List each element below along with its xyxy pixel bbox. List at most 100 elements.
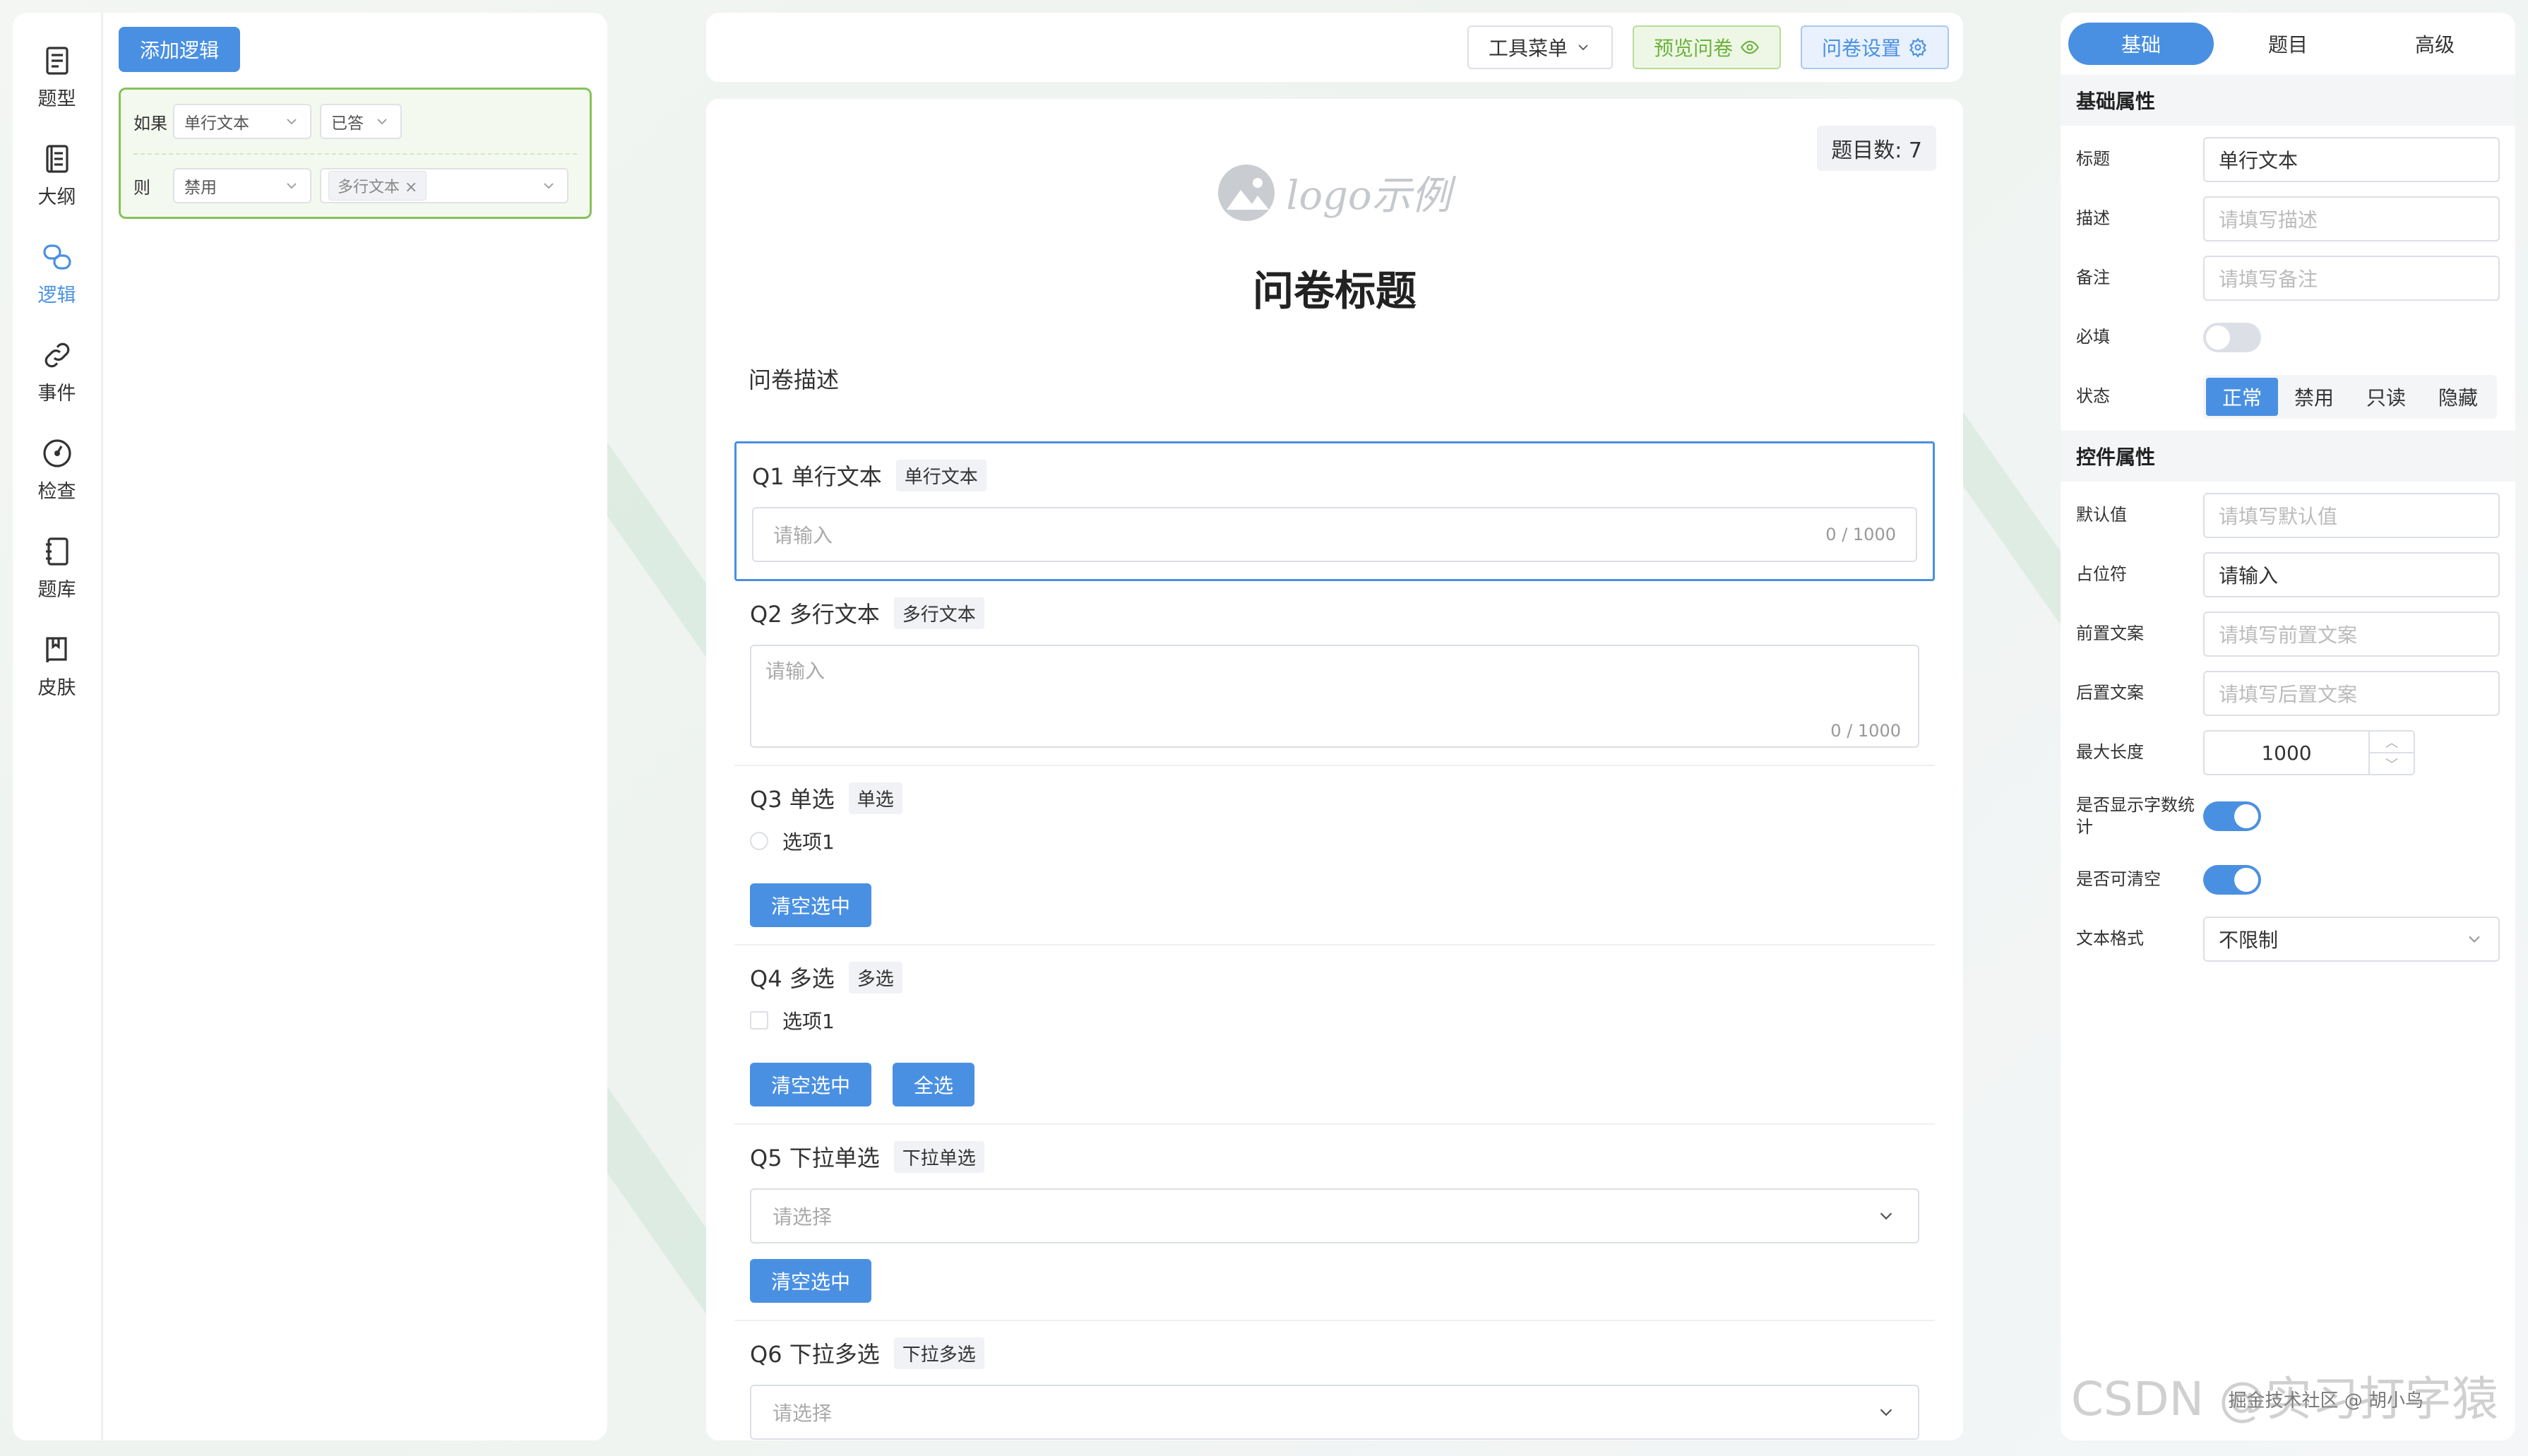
required-toggle[interactable] (2203, 323, 2261, 352)
radio-option[interactable]: 选项1 (750, 827, 1919, 855)
question-q5[interactable]: Q5 下拉单选 下拉单选 请选择 清空选中 (734, 1125, 1935, 1321)
status-disabled[interactable]: 禁用 (2278, 378, 2350, 416)
status-normal[interactable]: 正常 (2206, 378, 2278, 416)
tab-basic[interactable]: 基础 (2068, 23, 2214, 65)
nav-label: 事件 (37, 383, 76, 405)
chevron-down-icon (287, 183, 297, 189)
nav-item-skin[interactable]: 皮肤 (13, 633, 101, 731)
question-type-tag: 单选 (848, 782, 902, 814)
question-list: Q1 单行文本 单行文本 请输入 0 / 1000 Q2 多行文本 多行文本 请… (706, 441, 1963, 1440)
show-count-row: 是否显示字数统计 (2061, 782, 2515, 850)
if-condition-select[interactable]: 已答 (320, 104, 402, 139)
select-placeholder: 请选择 (773, 1205, 833, 1229)
nav-label: 大纲 (37, 186, 76, 208)
logic-rule: 如果 单行文本 已答 则 禁用 多行文本 × (119, 88, 592, 219)
question-q2[interactable]: Q2 多行文本 多行文本 请输入 0 / 1000 (734, 581, 1935, 766)
checkbox[interactable] (750, 1011, 768, 1030)
single-line-input[interactable]: 请输入 0 / 1000 (752, 507, 1917, 562)
title-row: 标题 单行文本 (2061, 130, 2515, 189)
question-type-tag: 下拉单选 (893, 1140, 984, 1173)
status-row: 状态 正常 禁用 只读 隐藏 (2061, 367, 2515, 426)
suffix-input[interactable]: 请填写后置文案 (2203, 671, 2500, 716)
clearable-toggle[interactable] (2203, 865, 2261, 895)
logic-icon (42, 244, 71, 270)
clearable-row: 是否可清空 (2061, 850, 2515, 909)
note-input[interactable]: 请填写备注 (2203, 256, 2500, 301)
select-placeholder: 请选择 (773, 1402, 833, 1425)
status-hidden[interactable]: 隐藏 (2422, 378, 2494, 416)
chevron-down-icon (544, 183, 554, 189)
description-input[interactable]: 请填写描述 (2203, 196, 2500, 241)
nav-item-question-bank[interactable]: 题库 (13, 535, 101, 633)
rule-if-row: 如果 单行文本 已答 (133, 90, 577, 153)
if-field-select[interactable]: 单行文本 (173, 104, 311, 139)
nav-item-question-types[interactable]: 题型 (13, 44, 101, 142)
checkbox-option[interactable]: 选项1 (750, 1006, 1919, 1034)
maxlength-value: 1000 (2261, 741, 2312, 765)
chevron-down-icon (287, 119, 297, 125)
clear-selection-button[interactable]: 清空选中 (750, 1063, 872, 1106)
textarea-placeholder: 请输入 (765, 660, 825, 683)
rule-then-row: 则 禁用 多行文本 × (133, 153, 577, 217)
question-type-tag: 多选 (848, 961, 902, 993)
then-action-select[interactable]: 禁用 (173, 168, 311, 203)
clear-selection-button[interactable]: 清空选中 (750, 883, 872, 927)
tools-menu-button[interactable]: 工具菜单 (1467, 25, 1613, 69)
preview-survey-button[interactable]: 预览问卷 (1632, 25, 1781, 69)
question-q3[interactable]: Q3 单选 单选 选项1 清空选中 (734, 766, 1935, 945)
tab-question[interactable]: 题目 (2215, 23, 2361, 65)
show-count-label: 是否显示字数统计 (2076, 794, 2195, 837)
question-type-tag: 多行文本 (893, 597, 984, 629)
control-section-header: 控件属性 (2061, 431, 2515, 482)
dropdown-single-select[interactable]: 请选择 (750, 1188, 1919, 1243)
default-row: 默认值 请填写默认值 (2061, 486, 2515, 545)
nav-item-check[interactable]: 检查 (13, 436, 101, 535)
tab-advanced[interactable]: 高级 (2362, 23, 2508, 65)
chevron-down-icon (1880, 1212, 1892, 1220)
multi-line-input[interactable]: 请输入 0 / 1000 (750, 645, 1919, 748)
text-format-value: 不限制 (2219, 929, 2279, 952)
text-format-select[interactable]: 不限制 (2203, 917, 2500, 962)
nav-item-events[interactable]: 事件 (13, 338, 101, 436)
tools-menu-label: 工具菜单 (1488, 37, 1568, 60)
properties-tabs: 基础 题目 高级 (2061, 13, 2515, 75)
survey-description[interactable]: 问卷描述 (749, 362, 1963, 395)
dropdown-multi-select[interactable]: 请选择 (750, 1385, 1919, 1440)
gear-icon (1909, 37, 1926, 57)
select-all-button[interactable]: 全选 (893, 1063, 975, 1106)
question-title: Q1 单行文本 (752, 463, 882, 490)
chevron-down-icon (2469, 936, 2480, 943)
question-q1[interactable]: Q1 单行文本 单行文本 请输入 0 / 1000 (734, 441, 1935, 581)
question-title: Q3 单选 (750, 786, 835, 813)
placeholder-input[interactable]: 请输入 (2203, 552, 2500, 597)
question-q4[interactable]: Q4 多选 多选 选项1 清空选中 全选 (734, 945, 1935, 1125)
question-title: Q5 下拉单选 (750, 1145, 880, 1171)
default-value-input[interactable]: 请填写默认值 (2203, 493, 2500, 538)
properties-panel: 基础 题目 高级 基础属性 标题 单行文本 描述 请填写描述 备注 请填写备注 … (2061, 13, 2515, 1440)
logic-panel: 添加逻辑 如果 单行文本 已答 则 禁用 多行文本 × (103, 13, 607, 1440)
tag-remove-icon[interactable]: × (405, 179, 417, 196)
survey-title[interactable]: 问卷标题 (706, 258, 1963, 317)
nav-item-logic[interactable]: 逻辑 (13, 240, 101, 338)
add-logic-button[interactable]: 添加逻辑 (119, 27, 241, 72)
survey-settings-button[interactable]: 问卷设置 (1800, 25, 1949, 69)
clearable-label: 是否可清空 (2076, 869, 2161, 890)
nav-item-outline[interactable]: 大纲 (13, 142, 101, 240)
show-count-toggle[interactable] (2203, 801, 2261, 831)
status-readonly[interactable]: 只读 (2350, 378, 2422, 416)
chevron-down-icon[interactable]: ﹀ (2370, 752, 2414, 774)
then-target-select[interactable]: 多行文本 × (320, 168, 568, 203)
question-title: Q2 多行文本 (750, 601, 880, 628)
maxlength-stepper[interactable]: 1000 ︿ ﹀ (2203, 730, 2415, 775)
question-type-tag: 下拉多选 (893, 1337, 984, 1369)
if-label: 如果 (133, 113, 167, 133)
suffix-row: 后置文案 请填写后置文案 (2061, 664, 2515, 723)
clear-selection-button[interactable]: 清空选中 (750, 1259, 872, 1303)
question-q6[interactable]: Q6 下拉多选 下拉多选 请选择 (734, 1321, 1935, 1440)
chevron-up-icon[interactable]: ︿ (2370, 732, 2414, 752)
title-input[interactable]: 单行文本 (2203, 137, 2500, 182)
radio-button[interactable] (750, 832, 768, 850)
chevron-down-icon (1578, 44, 1588, 51)
option-label: 选项1 (782, 830, 835, 854)
prefix-input[interactable]: 请填写前置文案 (2203, 611, 2500, 657)
